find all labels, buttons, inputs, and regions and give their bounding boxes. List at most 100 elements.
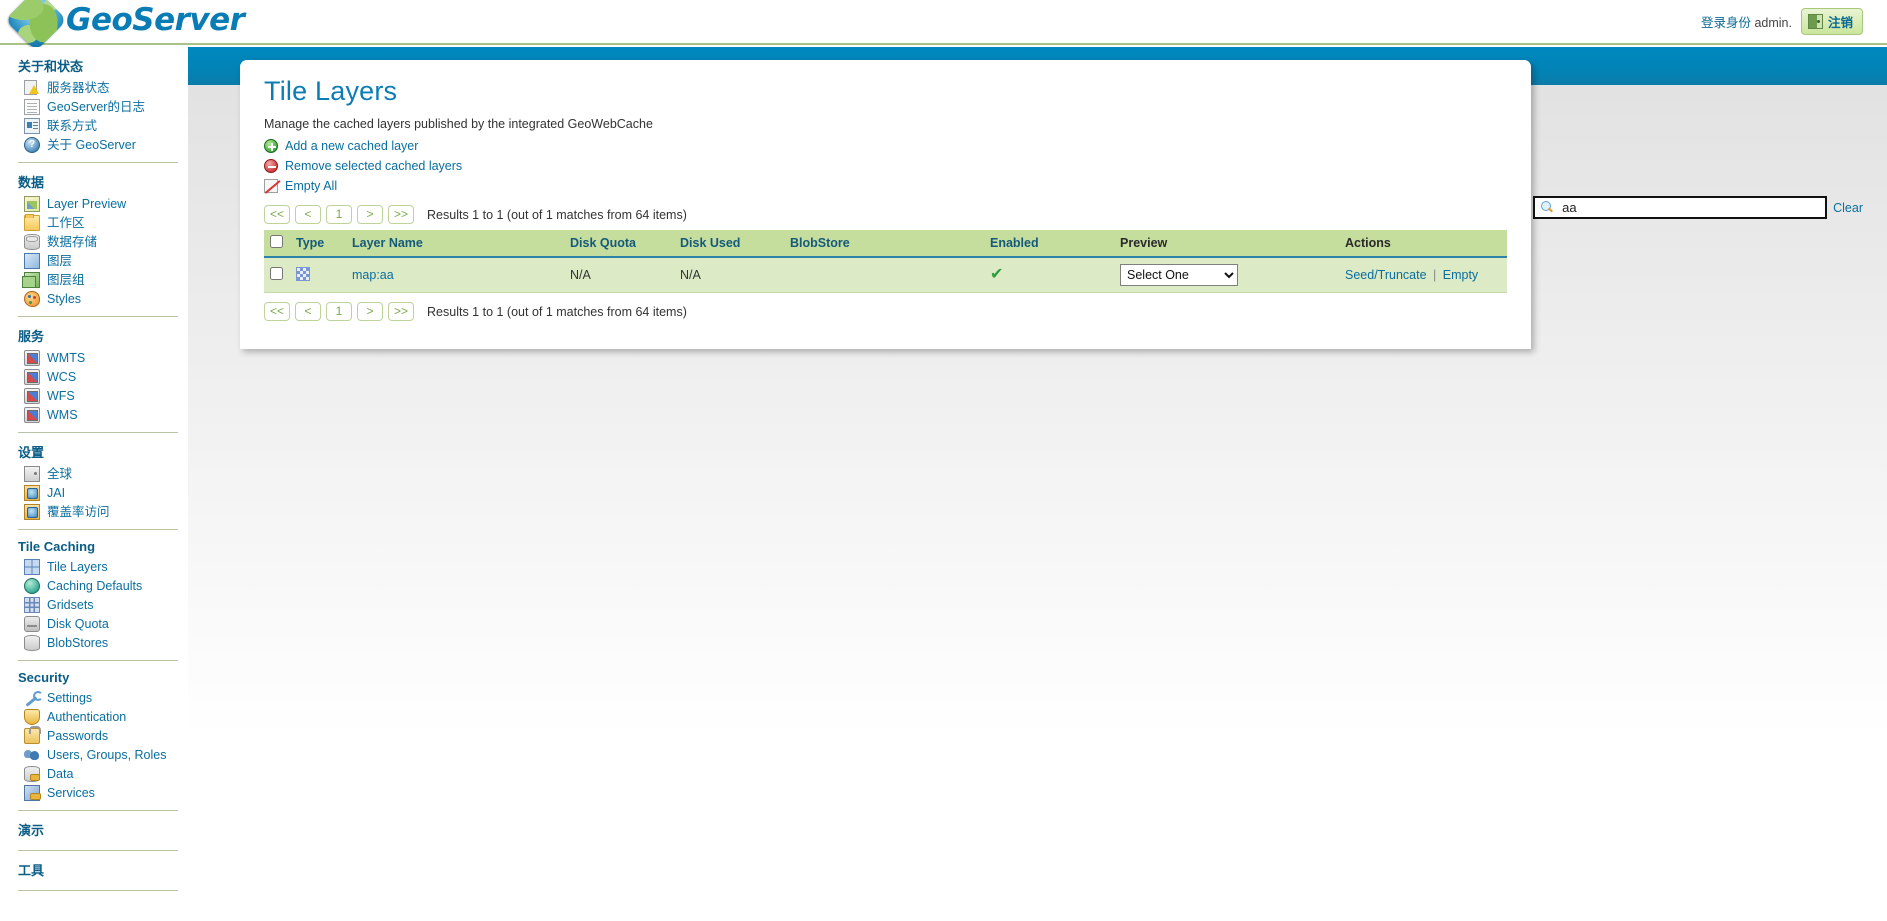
sidebar-item-label: 联系方式	[47, 119, 98, 133]
sidebar-item-wfs[interactable]: WFS	[18, 387, 178, 406]
global-settings-icon	[24, 466, 40, 482]
sidebar-item-wcs[interactable]: WCS	[18, 368, 178, 387]
column-blobstore: BlobStore	[784, 230, 984, 258]
sort-disk-used-link[interactable]: Disk Used	[680, 236, 740, 250]
sidebar-item-label: Data	[47, 767, 74, 781]
row-select-checkbox[interactable]	[270, 267, 283, 280]
action-label: Add a new cached layer	[285, 139, 419, 153]
enabled-check-icon: ✔	[990, 266, 1004, 283]
brand-logo[interactable]: GeoServer	[4, 0, 245, 52]
sidebar-item-coverage-access[interactable]: 覆盖率访问	[18, 503, 178, 522]
cell-select	[264, 257, 290, 293]
main-sidebar: 关于和状态 服务器状态 GeoServer的日志 联系方式 关于 GeoServ…	[0, 47, 188, 891]
table-row: map:aa N/A N/A ✔ Select One Seed/Truncat…	[264, 257, 1507, 293]
page-description: Manage the cached layers published by th…	[264, 117, 653, 131]
sidebar-item-blobstores[interactable]: BlobStores	[18, 634, 178, 653]
sidebar-item-wmts[interactable]: WMTS	[18, 349, 178, 368]
sidebar-item-server-status[interactable]: 服务器状态	[18, 79, 178, 98]
sidebar-item-styles[interactable]: Styles	[18, 290, 178, 309]
coverage-access-icon	[24, 504, 40, 520]
services-security-icon	[24, 785, 41, 801]
cell-layer-name: map:aa	[346, 257, 564, 293]
sort-blobstore-link[interactable]: BlobStore	[790, 236, 850, 250]
select-all-checkbox[interactable]	[270, 235, 283, 248]
sidebar-item-stores[interactable]: 数据存储	[18, 233, 178, 252]
sort-enabled-link[interactable]: Enabled	[990, 236, 1039, 250]
sidebar-section-demos: 演示	[0, 811, 188, 851]
sidebar-item-contact[interactable]: 联系方式	[18, 117, 178, 136]
add-cached-layer-link[interactable]: Add a new cached layer	[264, 136, 418, 156]
logout-button[interactable]: 注销	[1800, 8, 1863, 35]
search-box[interactable]	[1533, 196, 1828, 219]
layer-name-link[interactable]: map:aa	[352, 268, 394, 282]
sidebar-item-label: Passwords	[47, 729, 109, 743]
sidebar-item-users-groups-roles[interactable]: Users, Groups, Roles	[18, 746, 178, 765]
pager-last-button-bottom[interactable]: >>	[388, 302, 415, 321]
sidebar-section-tools: 工具	[0, 851, 188, 891]
sidebar-item-label: WFS	[47, 389, 75, 403]
sidebar-item-security-data[interactable]: Data	[18, 765, 178, 784]
sidebar-item-about-geoserver[interactable]: 关于 GeoServer	[18, 136, 178, 155]
sidebar-item-geoserver-logs[interactable]: GeoServer的日志	[18, 98, 178, 117]
sidebar-item-label: GeoServer的日志	[47, 100, 145, 114]
sidebar-item-label: 全球	[47, 467, 73, 481]
pager-first-button-bottom[interactable]: <<	[264, 302, 291, 321]
clear-search-link[interactable]: Clear	[1833, 201, 1863, 215]
pager-next-button-bottom[interactable]: >	[357, 302, 384, 321]
pager-page-1-button-bottom[interactable]: 1	[326, 302, 353, 321]
sidebar-item-label: 工作区	[47, 216, 85, 230]
sidebar-item-layers[interactable]: 图层	[18, 252, 178, 271]
workspace-folder-icon	[24, 214, 40, 231]
sidebar-item-label: WCS	[47, 370, 77, 384]
sidebar-item-security-settings[interactable]: Settings	[18, 689, 178, 708]
sidebar-item-security-services[interactable]: Services	[18, 784, 178, 803]
sidebar-item-tile-layers[interactable]: Tile Layers	[18, 558, 178, 577]
column-actions: Actions	[1339, 230, 1507, 258]
sidebar-section-title: 数据	[18, 175, 45, 190]
remove-selected-cached-layers-link[interactable]: Remove selected cached layers	[264, 156, 462, 176]
sidebar-item-label: 图层组	[47, 273, 85, 287]
sort-disk-quota-link[interactable]: Disk Quota	[570, 236, 636, 250]
service-wfs-icon	[24, 388, 40, 404]
sidebar-item-passwords[interactable]: Passwords	[18, 726, 178, 746]
column-type: Type	[290, 230, 346, 258]
sidebar-item-label: Gridsets	[47, 598, 94, 612]
sidebar-item-label: JAI	[47, 486, 66, 500]
sidebar-item-global[interactable]: 全球	[18, 465, 178, 484]
sidebar-item-gridsets[interactable]: Gridsets	[18, 596, 178, 615]
sidebar-item-caching-defaults[interactable]: Caching Defaults	[18, 577, 178, 596]
sidebar-item-authentication[interactable]: Authentication	[18, 708, 178, 727]
pager-last-button[interactable]: >>	[388, 205, 415, 224]
sidebar-item-layergroups[interactable]: 图层组	[18, 271, 178, 290]
raster-tile-icon	[296, 266, 310, 281]
sidebar-item-workspaces[interactable]: 工作区	[18, 214, 178, 233]
empty-all-link[interactable]: Empty All	[264, 176, 337, 196]
styles-palette-icon	[24, 291, 40, 307]
cell-disk-used: N/A	[674, 257, 784, 293]
caching-defaults-icon	[24, 578, 40, 594]
add-circle-icon	[264, 139, 278, 153]
sidebar-item-jai[interactable]: JAI	[18, 484, 178, 503]
sidebar-item-disk-quota[interactable]: Disk Quota	[18, 615, 178, 634]
sort-layer-name-link[interactable]: Layer Name	[352, 236, 423, 250]
sidebar-item-wms[interactable]: WMS	[18, 406, 178, 425]
sidebar-section-tile-caching: Tile Caching Tile Layers Caching Default…	[0, 530, 188, 661]
sidebar-section-title-demos[interactable]: 演示	[18, 811, 178, 843]
pager-page-1-button[interactable]: 1	[326, 205, 353, 224]
sidebar-section-title-tools[interactable]: 工具	[18, 851, 178, 883]
column-preview: Preview	[1114, 230, 1339, 258]
pager-first-button[interactable]: <<	[264, 205, 291, 224]
search-input[interactable]	[1560, 199, 1820, 216]
seed-truncate-link[interactable]: Seed/Truncate	[1345, 268, 1427, 282]
action-separator: |	[1433, 268, 1437, 282]
empty-link[interactable]: Empty	[1443, 268, 1478, 282]
layergroup-stack-icon	[22, 272, 40, 288]
pager-prev-button-bottom[interactable]: <	[295, 302, 322, 321]
sidebar-item-layer-preview[interactable]: Layer Preview	[18, 195, 178, 214]
pagination-top: << < 1 > >> Results 1 to 1 (out of 1 mat…	[264, 205, 1507, 224]
pager-prev-button[interactable]: <	[295, 205, 322, 224]
preview-select[interactable]: Select One	[1120, 264, 1238, 286]
sort-type-link[interactable]: Type	[296, 236, 324, 250]
cell-actions: Seed/Truncate | Empty	[1339, 257, 1507, 293]
pager-next-button[interactable]: >	[357, 205, 384, 224]
